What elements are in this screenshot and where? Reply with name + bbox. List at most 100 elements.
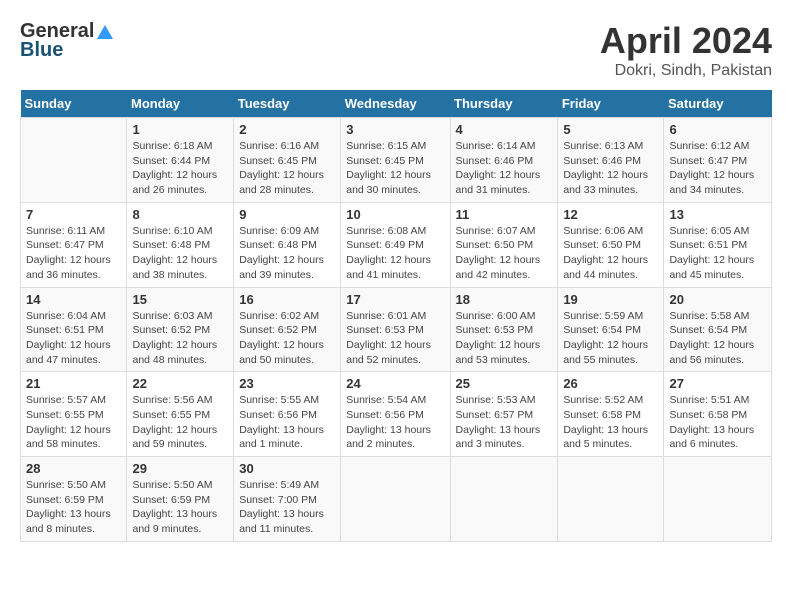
calendar-cell: 16 Sunrise: 6:02 AMSunset: 6:52 PMDayligh… xyxy=(234,287,341,372)
calendar-cell: 5Sunrise: 6:13 AMSunset: 6:46 PMDaylight… xyxy=(558,118,664,203)
day-info: Sunrise: 6:05 AMSunset: 6:51 PMDaylight:… xyxy=(669,224,766,283)
calendar-cell: 7 Sunrise: 6:11 AMSunset: 6:47 PMDaylight… xyxy=(21,202,127,287)
week-row-3: 14 Sunrise: 6:04 AMSunset: 6:51 PMDayligh… xyxy=(21,287,772,372)
day-number: 17 xyxy=(346,292,444,307)
day-info: Sunrise: 5:56 AMSunset: 6:55 PMDaylight:… xyxy=(132,393,228,452)
weekday-header-wednesday: Wednesday xyxy=(341,90,450,118)
day-number: 23 xyxy=(239,376,335,391)
day-number: 27 xyxy=(669,376,766,391)
day-info: Sunrise: 6:02 AMSunset: 6:52 PMDaylight:… xyxy=(239,309,335,368)
day-number: 24 xyxy=(346,376,444,391)
calendar-cell: 30 Sunrise: 5:49 AMSunset: 7:00 PMDayligh… xyxy=(234,457,341,542)
day-number: 25 xyxy=(456,376,553,391)
calendar-cell: 25Sunrise: 5:53 AMSunset: 6:57 PMDayligh… xyxy=(450,372,558,457)
calendar-cell: 17Sunrise: 6:01 AMSunset: 6:53 PMDayligh… xyxy=(341,287,450,372)
calendar-cell: 19 Sunrise: 5:59 AMSunset: 6:54 PMDayligh… xyxy=(558,287,664,372)
day-info: Sunrise: 6:09 AMSunset: 6:48 PMDaylight:… xyxy=(239,224,335,283)
calendar-cell: 24 Sunrise: 5:54 AMSunset: 6:56 PMDayligh… xyxy=(341,372,450,457)
calendar-cell: 11 Sunrise: 6:07 AMSunset: 6:50 PMDayligh… xyxy=(450,202,558,287)
calendar-cell xyxy=(341,457,450,542)
weekday-header-thursday: Thursday xyxy=(450,90,558,118)
day-number: 19 xyxy=(563,292,658,307)
title-area: April 2024 Dokri, Sindh, Pakistan xyxy=(600,20,772,80)
day-info: Sunrise: 6:07 AMSunset: 6:50 PMDaylight:… xyxy=(456,224,553,283)
calendar-cell: 10 Sunrise: 6:08 AMSunset: 6:49 PMDayligh… xyxy=(341,202,450,287)
day-info: Sunrise: 5:54 AMSunset: 6:56 PMDaylight:… xyxy=(346,393,444,452)
calendar-cell: 8 Sunrise: 6:10 AMSunset: 6:48 PMDaylight… xyxy=(127,202,234,287)
day-number: 30 xyxy=(239,461,335,476)
weekday-header-saturday: Saturday xyxy=(664,90,772,118)
weekday-header-tuesday: Tuesday xyxy=(234,90,341,118)
day-number: 11 xyxy=(456,207,553,222)
day-info: Sunrise: 6:11 AMSunset: 6:47 PMDaylight:… xyxy=(26,224,121,283)
weekday-header-monday: Monday xyxy=(127,90,234,118)
day-number: 22 xyxy=(132,376,228,391)
day-info: Sunrise: 6:06 AMSunset: 6:50 PMDaylight:… xyxy=(563,224,658,283)
day-info: Sunrise: 6:08 AMSunset: 6:49 PMDaylight:… xyxy=(346,224,444,283)
day-info: Sunrise: 6:00 AMSunset: 6:53 PMDaylight:… xyxy=(456,309,553,368)
calendar-cell: 15 Sunrise: 6:03 AMSunset: 6:52 PMDayligh… xyxy=(127,287,234,372)
calendar-cell: 29 Sunrise: 5:50 AMSunset: 6:59 PMDayligh… xyxy=(127,457,234,542)
day-number: 29 xyxy=(132,461,228,476)
calendar-cell: 14 Sunrise: 6:04 AMSunset: 6:51 PMDayligh… xyxy=(21,287,127,372)
day-info: Sunrise: 5:51 AMSunset: 6:58 PMDaylight:… xyxy=(669,393,766,452)
day-info: Sunrise: 6:18 AMSunset: 6:44 PMDaylight:… xyxy=(132,139,228,198)
calendar-cell: 1Sunrise: 6:18 AMSunset: 6:44 PMDaylight… xyxy=(127,118,234,203)
header: General Blue April 2024 Dokri, Sindh, Pa… xyxy=(20,20,772,80)
calendar-cell: 28 Sunrise: 5:50 AMSunset: 6:59 PMDayligh… xyxy=(21,457,127,542)
day-info: Sunrise: 5:49 AMSunset: 7:00 PMDaylight:… xyxy=(239,478,335,537)
day-number: 14 xyxy=(26,292,121,307)
day-number: 26 xyxy=(563,376,658,391)
calendar-body: 1Sunrise: 6:18 AMSunset: 6:44 PMDaylight… xyxy=(21,118,772,542)
day-info: Sunrise: 5:59 AMSunset: 6:54 PMDaylight:… xyxy=(563,309,658,368)
calendar-cell: 9 Sunrise: 6:09 AMSunset: 6:48 PMDaylight… xyxy=(234,202,341,287)
calendar-cell: 23 Sunrise: 5:55 AMSunset: 6:56 PMDayligh… xyxy=(234,372,341,457)
day-info: Sunrise: 6:13 AMSunset: 6:46 PMDaylight:… xyxy=(563,139,658,198)
calendar-cell: 18 Sunrise: 6:00 AMSunset: 6:53 PMDayligh… xyxy=(450,287,558,372)
day-number: 4 xyxy=(456,122,553,137)
day-info: Sunrise: 6:15 AMSunset: 6:45 PMDaylight:… xyxy=(346,139,444,198)
day-info: Sunrise: 5:50 AMSunset: 6:59 PMDaylight:… xyxy=(132,478,228,537)
calendar-cell: 13 Sunrise: 6:05 AMSunset: 6:51 PMDayligh… xyxy=(664,202,772,287)
day-info: Sunrise: 6:16 AMSunset: 6:45 PMDaylight:… xyxy=(239,139,335,198)
day-number: 12 xyxy=(563,207,658,222)
calendar-cell: 3Sunrise: 6:15 AMSunset: 6:45 PMDaylight… xyxy=(341,118,450,203)
logo-icon xyxy=(96,23,114,41)
calendar-cell: 20Sunrise: 5:58 AMSunset: 6:54 PMDayligh… xyxy=(664,287,772,372)
day-info: Sunrise: 6:04 AMSunset: 6:51 PMDaylight:… xyxy=(26,309,121,368)
day-info: Sunrise: 5:55 AMSunset: 6:56 PMDaylight:… xyxy=(239,393,335,452)
day-info: Sunrise: 5:50 AMSunset: 6:59 PMDaylight:… xyxy=(26,478,121,537)
day-number: 28 xyxy=(26,461,121,476)
calendar-cell: 22 Sunrise: 5:56 AMSunset: 6:55 PMDayligh… xyxy=(127,372,234,457)
day-number: 13 xyxy=(669,207,766,222)
day-number: 21 xyxy=(26,376,121,391)
day-number: 9 xyxy=(239,207,335,222)
calendar-cell xyxy=(21,118,127,203)
day-info: Sunrise: 6:14 AMSunset: 6:46 PMDaylight:… xyxy=(456,139,553,198)
calendar-cell: 26 Sunrise: 5:52 AMSunset: 6:58 PMDayligh… xyxy=(558,372,664,457)
day-number: 16 xyxy=(239,292,335,307)
day-number: 20 xyxy=(669,292,766,307)
weekday-header-sunday: Sunday xyxy=(21,90,127,118)
day-info: Sunrise: 5:57 AMSunset: 6:55 PMDaylight:… xyxy=(26,393,121,452)
logo-blue-text: Blue xyxy=(20,39,63,62)
calendar-cell: 4 Sunrise: 6:14 AMSunset: 6:46 PMDaylight… xyxy=(450,118,558,203)
day-number: 10 xyxy=(346,207,444,222)
calendar-cell xyxy=(664,457,772,542)
calendar-cell: 2Sunrise: 6:16 AMSunset: 6:45 PMDaylight… xyxy=(234,118,341,203)
day-number: 7 xyxy=(26,207,121,222)
day-number: 8 xyxy=(132,207,228,222)
day-info: Sunrise: 6:10 AMSunset: 6:48 PMDaylight:… xyxy=(132,224,228,283)
calendar-table: SundayMondayTuesdayWednesdayThursdayFrid… xyxy=(20,90,772,542)
day-info: Sunrise: 6:03 AMSunset: 6:52 PMDaylight:… xyxy=(132,309,228,368)
week-row-1: 1Sunrise: 6:18 AMSunset: 6:44 PMDaylight… xyxy=(21,118,772,203)
weekday-header-friday: Friday xyxy=(558,90,664,118)
calendar-cell: 27 Sunrise: 5:51 AMSunset: 6:58 PMDayligh… xyxy=(664,372,772,457)
week-row-2: 7 Sunrise: 6:11 AMSunset: 6:47 PMDaylight… xyxy=(21,202,772,287)
week-row-4: 21 Sunrise: 5:57 AMSunset: 6:55 PMDayligh… xyxy=(21,372,772,457)
day-number: 15 xyxy=(132,292,228,307)
day-info: Sunrise: 6:12 AMSunset: 6:47 PMDaylight:… xyxy=(669,139,766,198)
day-number: 6 xyxy=(669,122,766,137)
day-info: Sunrise: 5:52 AMSunset: 6:58 PMDaylight:… xyxy=(563,393,658,452)
day-number: 18 xyxy=(456,292,553,307)
